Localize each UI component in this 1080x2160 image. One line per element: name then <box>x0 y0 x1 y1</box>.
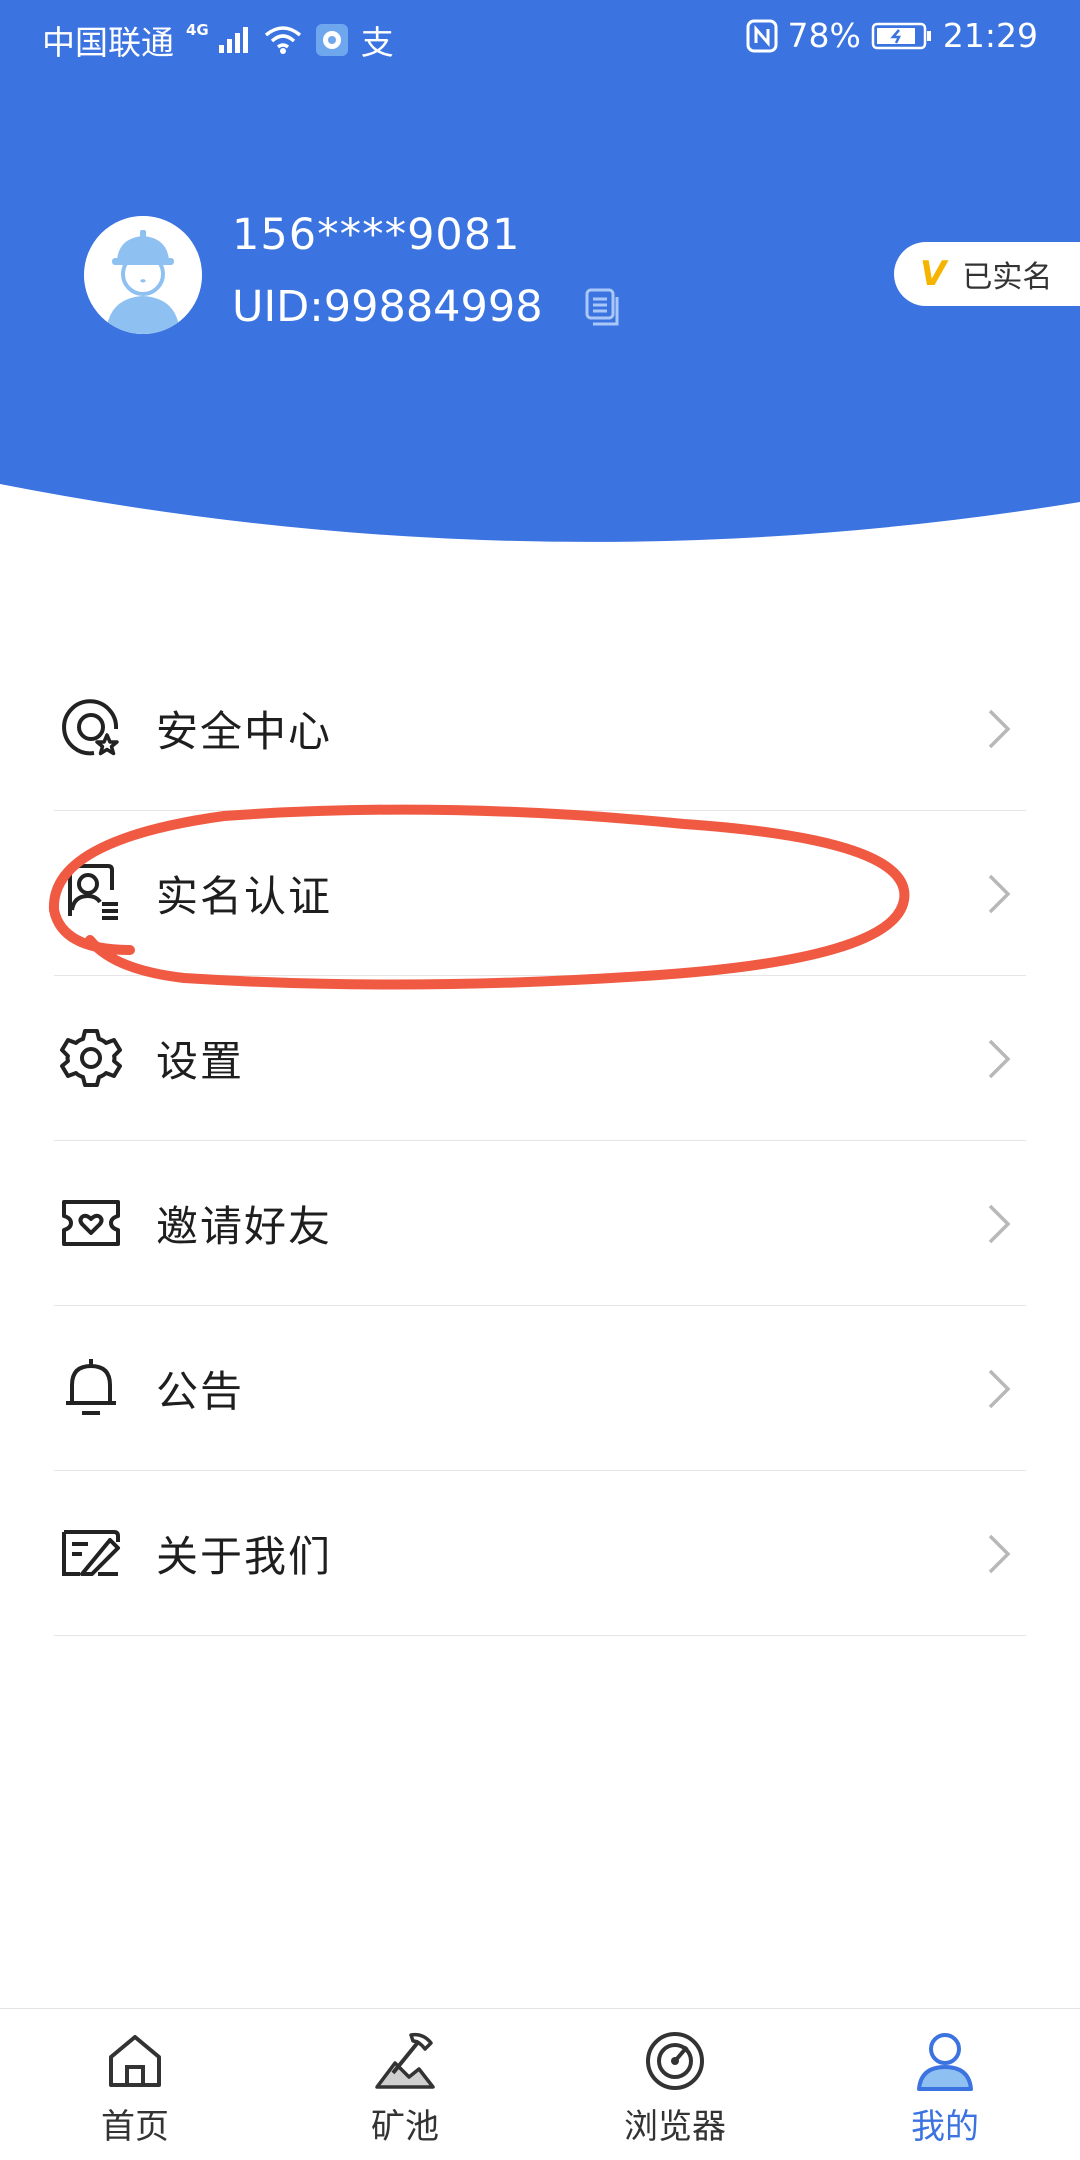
clock: 21:29 <box>942 16 1038 55</box>
profile-header: 中国联通 4G 支 78% 21:29 156****9081 UID:9988… <box>0 0 1080 560</box>
mining-pool-icon <box>373 2029 437 2093</box>
menu-item-invite-friends[interactable]: 邀请好友 <box>54 1141 1026 1306</box>
chevron-right-icon <box>988 1039 1011 1079</box>
menu-label: 安全中心 <box>156 706 333 756</box>
tab-label: 首页 <box>101 2107 169 2147</box>
gear-icon <box>58 1025 124 1091</box>
tab-browser[interactable]: 浏览器 <box>540 2009 810 2160</box>
bottom-nav: 首页 矿池 浏览器 我的 <box>0 2008 1080 2160</box>
user-uid: UID:99884998 <box>232 282 543 332</box>
tab-label: 我的 <box>911 2107 979 2147</box>
chevron-right-icon <box>988 1204 1011 1244</box>
menu-item-about-us[interactable]: 关于我们 <box>54 1471 1026 1636</box>
id-verification-icon <box>58 860 124 926</box>
nfc-icon <box>746 19 778 53</box>
menu-label: 关于我们 <box>156 1531 333 1581</box>
home-icon <box>103 2029 167 2093</box>
verified-v-icon: V <box>920 254 947 294</box>
worker-avatar-icon <box>84 216 202 334</box>
battery-percent: 78% <box>787 16 861 55</box>
wifi-icon <box>263 25 303 55</box>
about-icon <box>58 1520 124 1586</box>
tab-mining-pool[interactable]: 矿池 <box>270 2009 540 2160</box>
menu-item-security-center[interactable]: 安全中心 <box>54 646 1026 811</box>
status-bar: 中国联通 4G 支 78% 21:29 <box>0 0 1080 74</box>
menu-label: 实名认证 <box>156 871 333 921</box>
menu-item-settings[interactable]: 设置 <box>54 976 1026 1141</box>
verified-label: 已实名 <box>962 260 1053 295</box>
chevron-right-icon <box>988 1369 1011 1409</box>
app-notification-icon <box>315 23 349 57</box>
carrier-name: 中国联通 <box>42 23 174 62</box>
verified-badge[interactable]: V 已实名 <box>894 242 1080 306</box>
browser-icon <box>643 2029 707 2093</box>
tab-profile[interactable]: 我的 <box>810 2009 1080 2160</box>
chevron-right-icon <box>988 874 1011 914</box>
tab-label: 矿池 <box>371 2107 439 2147</box>
copy-icon[interactable] <box>583 287 623 327</box>
user-phone: 156****9081 <box>232 210 521 260</box>
security-center-icon <box>58 695 124 761</box>
tab-home[interactable]: 首页 <box>0 2009 270 2160</box>
menu-label: 设置 <box>156 1036 245 1086</box>
chevron-right-icon <box>988 709 1011 749</box>
menu-label: 公告 <box>156 1366 245 1416</box>
tab-label: 浏览器 <box>624 2107 726 2147</box>
invite-ticket-icon <box>58 1190 124 1256</box>
menu-list: 安全中心 实名认证 设置 邀请好友 公告 关于我们 <box>54 646 1026 1636</box>
menu-label: 邀请好友 <box>156 1201 333 1251</box>
signal-icon <box>217 25 251 55</box>
avatar[interactable] <box>84 216 202 334</box>
network-type: 4G <box>186 21 209 39</box>
uid-row: UID:99884998 <box>232 282 623 332</box>
alipay-icon: 支 <box>360 23 394 62</box>
menu-item-announcements[interactable]: 公告 <box>54 1306 1026 1471</box>
menu-item-id-verification[interactable]: 实名认证 <box>54 811 1026 976</box>
chevron-right-icon <box>988 1534 1011 1574</box>
bell-icon <box>58 1355 124 1421</box>
profile-icon <box>913 2029 977 2093</box>
battery-icon <box>871 21 933 51</box>
